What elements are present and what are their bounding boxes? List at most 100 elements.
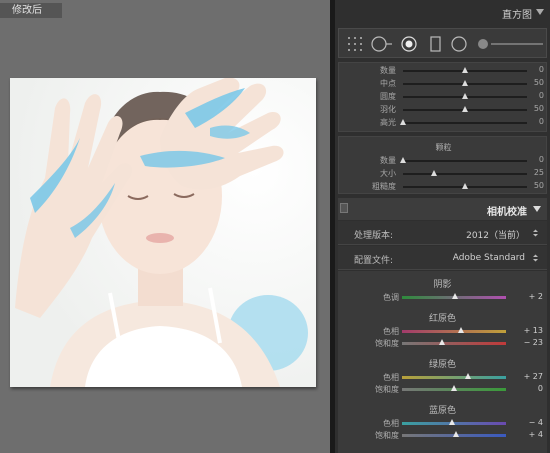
green-primary-group-title: 绿原色 bbox=[428, 360, 456, 370]
dropdown-arrows-icon bbox=[533, 229, 538, 237]
panel-toggle-switch[interactable] bbox=[340, 203, 348, 213]
process-version-label: 处理版本: bbox=[354, 231, 394, 241]
slider-value[interactable]: + 2 bbox=[529, 292, 543, 301]
slider-label: 羽化 bbox=[380, 105, 396, 114]
profile-dropdown[interactable]: Adobe Standard bbox=[453, 253, 525, 263]
process-version-row[interactable]: 处理版本: 2012（当前） bbox=[338, 221, 547, 245]
slider-label: 圆度 bbox=[380, 92, 396, 101]
grain-section: 颗粒 数量 0 大小 25 粗糙度 50 bbox=[338, 136, 547, 194]
shadows-group-title: 阴影 bbox=[433, 280, 452, 290]
slider-label: 色调 bbox=[383, 293, 399, 302]
slider-value[interactable]: − 4 bbox=[529, 418, 543, 427]
process-version-dropdown[interactable]: 2012（当前） bbox=[466, 228, 525, 241]
red-primary-group-title: 红原色 bbox=[428, 314, 456, 324]
adjustment-brush-icon[interactable] bbox=[477, 36, 545, 52]
calibration-sliders: 阴影 色调 + 2 红原色 色相 + 13 饱和度 − 23 绿原色 色相 + 27 饱和度 0 蓝原色色… bbox=[338, 271, 547, 453]
slider-label: 饱和度 bbox=[375, 431, 399, 440]
slider-value[interactable]: 0 bbox=[539, 91, 544, 100]
slider-thumb[interactable] bbox=[431, 170, 437, 176]
slider-thumb[interactable] bbox=[453, 431, 460, 437]
slider-label: 数量 bbox=[380, 156, 396, 165]
camera-calibration-header[interactable]: 相机校准 bbox=[338, 198, 547, 220]
graduated-filter-icon[interactable] bbox=[429, 36, 443, 52]
blue-primary-group-slider-row: 色相 − 4 bbox=[338, 417, 547, 429]
red-primary-group-slider-row: 色相 + 13 bbox=[338, 325, 547, 337]
slider-value[interactable]: 50 bbox=[534, 181, 544, 190]
slider-label: 粗糙度 bbox=[372, 182, 396, 191]
slider-thumb[interactable] bbox=[400, 119, 406, 125]
slider-value[interactable]: 0 bbox=[539, 155, 544, 164]
slider-row: 粗糙度 50 bbox=[339, 181, 548, 192]
view-label: 修改后 bbox=[0, 3, 62, 18]
spot-removal-icon[interactable] bbox=[371, 36, 393, 52]
histogram-header[interactable]: 直方图 bbox=[335, 4, 550, 22]
slider-label: 饱和度 bbox=[375, 385, 399, 394]
slider-thumb[interactable] bbox=[462, 106, 468, 112]
slider-value[interactable]: 25 bbox=[534, 168, 544, 177]
slider-label: 大小 bbox=[380, 169, 396, 178]
slider-thumb[interactable] bbox=[462, 93, 468, 99]
slider-label: 色相 bbox=[383, 373, 399, 382]
slider-value[interactable]: + 13 bbox=[524, 326, 543, 335]
color-slider-track[interactable] bbox=[402, 342, 506, 345]
slider-value[interactable]: 0 bbox=[539, 117, 544, 126]
camera-calibration-title: 相机校准 bbox=[487, 207, 527, 218]
slider-thumb[interactable] bbox=[400, 157, 406, 163]
color-slider-track[interactable] bbox=[402, 376, 506, 379]
slider-track[interactable] bbox=[403, 122, 527, 124]
slider-thumb[interactable] bbox=[439, 339, 446, 345]
shadows-group-slider-row: 色调 + 2 bbox=[338, 291, 547, 303]
slider-thumb[interactable] bbox=[462, 183, 468, 189]
grain-title: 颗粒 bbox=[435, 143, 452, 152]
slider-value[interactable]: − 23 bbox=[524, 338, 543, 347]
slider-value[interactable]: + 27 bbox=[524, 372, 543, 381]
slider-value[interactable]: 50 bbox=[534, 78, 544, 87]
profile-label: 配置文件: bbox=[354, 256, 394, 266]
red-primary-group-slider-row: 饱和度 − 23 bbox=[338, 337, 547, 349]
slider-row: 高光 0 bbox=[339, 117, 548, 128]
photo-image[interactable] bbox=[10, 78, 316, 387]
dropdown-arrows-icon bbox=[533, 254, 538, 262]
slider-thumb[interactable] bbox=[462, 67, 468, 73]
profile-row[interactable]: 配置文件: Adobe Standard bbox=[338, 246, 547, 270]
slider-thumb[interactable] bbox=[457, 327, 464, 333]
slider-label: 饱和度 bbox=[375, 339, 399, 348]
photo-illustration bbox=[10, 78, 316, 387]
slider-row: 大小 25 bbox=[339, 168, 548, 179]
blue-primary-group-slider-row: 饱和度 + 4 bbox=[338, 429, 547, 441]
photo-preview-area[interactable]: 修改后 bbox=[0, 0, 333, 453]
radial-filter-icon[interactable] bbox=[451, 36, 469, 52]
green-primary-group-slider-row: 色相 + 27 bbox=[338, 371, 547, 383]
tool-strip bbox=[338, 28, 547, 58]
slider-label: 色相 bbox=[383, 419, 399, 428]
collapse-arrow-icon[interactable] bbox=[536, 9, 544, 15]
vignetting-section: 数量 0 中点 50 圆度 0 羽化 50 高光 0 bbox=[338, 62, 547, 132]
slider-label: 高光 bbox=[380, 118, 396, 127]
red-eye-icon[interactable] bbox=[401, 36, 419, 52]
slider-value[interactable]: 50 bbox=[534, 104, 544, 113]
slider-thumb[interactable] bbox=[448, 419, 455, 425]
histogram-title: 直方图 bbox=[502, 10, 532, 21]
slider-row: 圆度 0 bbox=[339, 91, 548, 102]
slider-track[interactable] bbox=[403, 173, 527, 175]
slider-row: 中点 50 bbox=[339, 78, 548, 89]
slider-row: 数量 0 bbox=[339, 155, 548, 166]
slider-thumb[interactable] bbox=[465, 373, 472, 379]
crop-overlay-icon[interactable] bbox=[347, 36, 365, 52]
slider-label: 数量 bbox=[380, 66, 396, 75]
slider-thumb[interactable] bbox=[452, 293, 459, 299]
slider-label: 中点 bbox=[380, 79, 396, 88]
slider-value[interactable]: 0 bbox=[539, 65, 544, 74]
slider-value[interactable]: 0 bbox=[538, 384, 543, 393]
green-primary-group-slider-row: 饱和度 0 bbox=[338, 383, 547, 395]
slider-thumb[interactable] bbox=[462, 80, 468, 86]
slider-label: 色相 bbox=[383, 327, 399, 336]
slider-track[interactable] bbox=[403, 160, 527, 162]
slider-thumb[interactable] bbox=[451, 385, 457, 391]
develop-panel: 直方图 数量 0 中点 50 圆度 0 羽化 50 高光 0 颗粒 数量 0 大… bbox=[335, 0, 550, 453]
slider-value[interactable]: + 4 bbox=[529, 430, 543, 439]
color-slider-track[interactable] bbox=[402, 330, 506, 333]
slider-row: 数量 0 bbox=[339, 65, 548, 76]
collapse-arrow-icon[interactable] bbox=[533, 206, 541, 212]
blue-primary-group-title: 蓝原色 bbox=[428, 406, 456, 416]
